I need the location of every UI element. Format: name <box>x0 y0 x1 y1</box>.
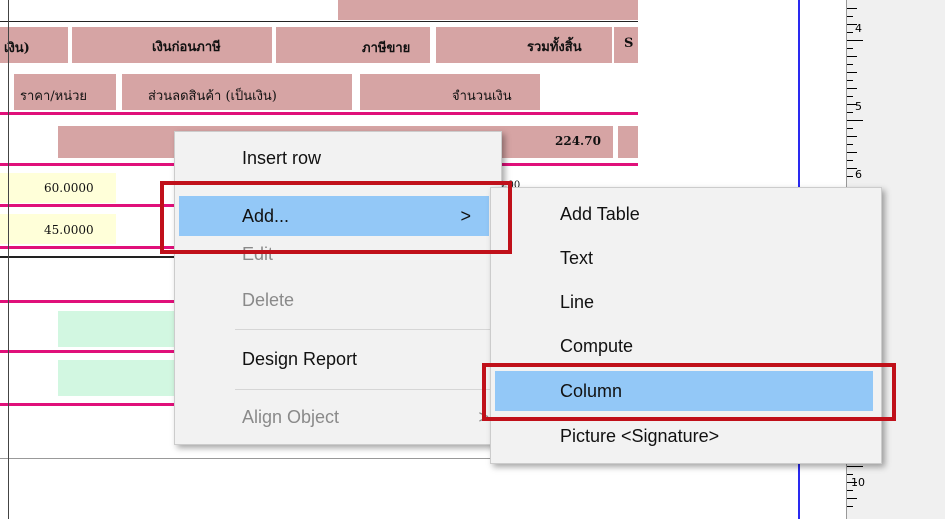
header-label: ภาษีขาย <box>362 41 411 56</box>
page-left-margin <box>8 0 9 519</box>
menu-item-label: Picture <Signature> <box>560 426 720 446</box>
add-submenu: Add Table Text Line Compute Column Pictu… <box>490 187 882 464</box>
total-value: 224.70 <box>555 134 601 148</box>
header-field[interactable] <box>360 74 540 110</box>
band-line <box>0 112 638 115</box>
menu-item-align-object[interactable]: Align Object > <box>175 398 501 438</box>
callout-highlight-column <box>482 363 896 421</box>
top-field[interactable] <box>338 0 638 20</box>
context-menu: Insert row Add... > Edit Delete Design R… <box>174 131 502 445</box>
menu-item-delete[interactable]: Delete <box>175 282 501 322</box>
submenu-item-compute[interactable]: Compute <box>491 326 881 366</box>
unit-price-value: 60.0000 <box>44 181 94 195</box>
total-field[interactable] <box>618 126 638 158</box>
unit-price-value: 45.0000 <box>44 223 94 237</box>
band-separator <box>0 21 638 22</box>
menu-item-label: Delete <box>242 290 295 310</box>
menu-separator <box>235 389 497 390</box>
ruler-label: 4 <box>855 22 862 35</box>
ruler-label: 5 <box>855 100 862 113</box>
submenu-item-picture-signature[interactable]: Picture <Signature> <box>491 416 881 456</box>
submenu-item-add-table[interactable]: Add Table <box>491 194 881 234</box>
callout-highlight-add <box>160 181 512 254</box>
menu-item-label: Align Object <box>242 407 340 427</box>
menu-item-insert-row[interactable]: Insert row <box>175 138 501 178</box>
header-label: รวมทั้งสิ้น <box>527 40 582 55</box>
summary-field[interactable] <box>58 311 174 347</box>
ruler-label: 10 <box>851 476 865 489</box>
menu-item-label: Design Report <box>242 349 358 369</box>
menu-item-label: Insert row <box>242 148 322 168</box>
menu-item-label: Add Table <box>560 204 640 224</box>
menu-item-design-report[interactable]: Design Report <box>175 340 501 380</box>
header-field[interactable] <box>436 27 612 63</box>
header-label: จำนวนเงิน <box>452 89 512 104</box>
menu-item-label: Text <box>560 248 594 268</box>
header-label: ราคา/หน่วย <box>20 89 88 104</box>
summary-field[interactable] <box>58 360 174 396</box>
menu-separator <box>235 329 497 330</box>
submenu-item-text[interactable]: Text <box>491 238 881 278</box>
menu-item-label: Compute <box>560 336 634 356</box>
submenu-item-line[interactable]: Line <box>491 282 881 322</box>
ruler-label: 6 <box>855 168 862 181</box>
menu-item-label: Line <box>560 292 595 312</box>
header-label: S <box>624 36 634 51</box>
header-label: ส่วนลดสินค้า (เป็นเงิน) <box>148 89 277 104</box>
header-label: เงินก่อนภาษี <box>152 40 221 55</box>
